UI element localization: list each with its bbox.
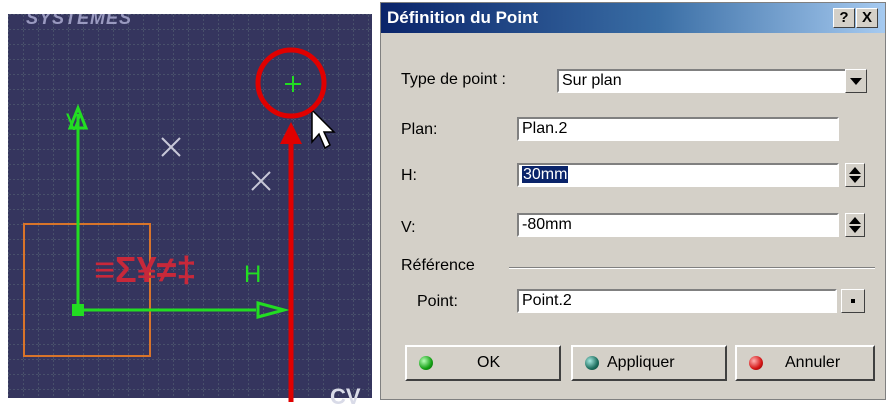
h-spinner[interactable] [845,163,865,187]
apply-button[interactable]: Appliquer [571,345,727,381]
dialog-title: Définition du Point [387,8,539,27]
point-type-select[interactable]: Sur plan [557,69,867,93]
plane-label: Plan: [401,121,438,138]
chevron-down-icon [850,78,862,85]
point-type-value: Sur plan [562,72,622,89]
red-ball-icon [749,356,763,370]
v-spinner[interactable] [845,213,865,237]
sketch-viewport[interactable]: ≡Σ¥≠‡ V H SYSTEMES [8,14,372,398]
h-axis-label: H [244,261,261,288]
apply-label: Appliquer [607,354,675,371]
spin-up-icon [849,167,861,174]
v-label: V: [401,219,416,236]
dot-icon [851,299,855,303]
reference-divider [509,267,875,269]
constraint-symbol: ≡Σ¥≠‡ [94,249,196,290]
dialog-titlebar[interactable]: Définition du Point ? X [381,3,885,33]
spin-down-icon [849,176,861,183]
v-axis-label: V [66,109,82,136]
point-label: Point: [417,293,458,310]
v-input[interactable]: -80mm [517,213,839,237]
h-input[interactable]: 30mm [517,163,839,187]
point-selector-button[interactable] [841,289,865,313]
cancel-button[interactable]: Annuler [735,345,875,381]
plane-field[interactable]: Plan.2 [517,117,839,141]
teal-ball-icon [585,356,599,370]
reference-point-value: Point.2 [522,292,572,309]
close-button[interactable]: X [856,8,878,28]
help-button[interactable]: ? [833,8,855,28]
h-value: 30mm [522,166,569,183]
cancel-label: Annuler [785,354,841,371]
reference-group-label: Référence [401,257,475,274]
sketch-grid: ≡Σ¥≠‡ V H [8,14,372,398]
origin-point [72,304,84,316]
watermark-text: SYSTEMES [26,14,133,28]
plane-value: Plan.2 [522,120,568,137]
spin-up-icon [849,217,861,224]
point-definition-dialog: Définition du Point ? X Type de point : … [380,2,886,400]
ok-button[interactable]: OK [405,345,561,381]
green-ball-icon [419,356,433,370]
reference-point-field[interactable]: Point.2 [517,289,837,313]
v-value: -80mm [522,216,572,233]
point-type-label: Type de point : [401,71,506,88]
spin-down-icon [849,226,861,233]
ok-label: OK [477,354,501,371]
h-label: H: [401,167,417,184]
point-type-dropdown-button[interactable] [845,69,867,93]
watermark-bottom: CV [330,384,361,409]
